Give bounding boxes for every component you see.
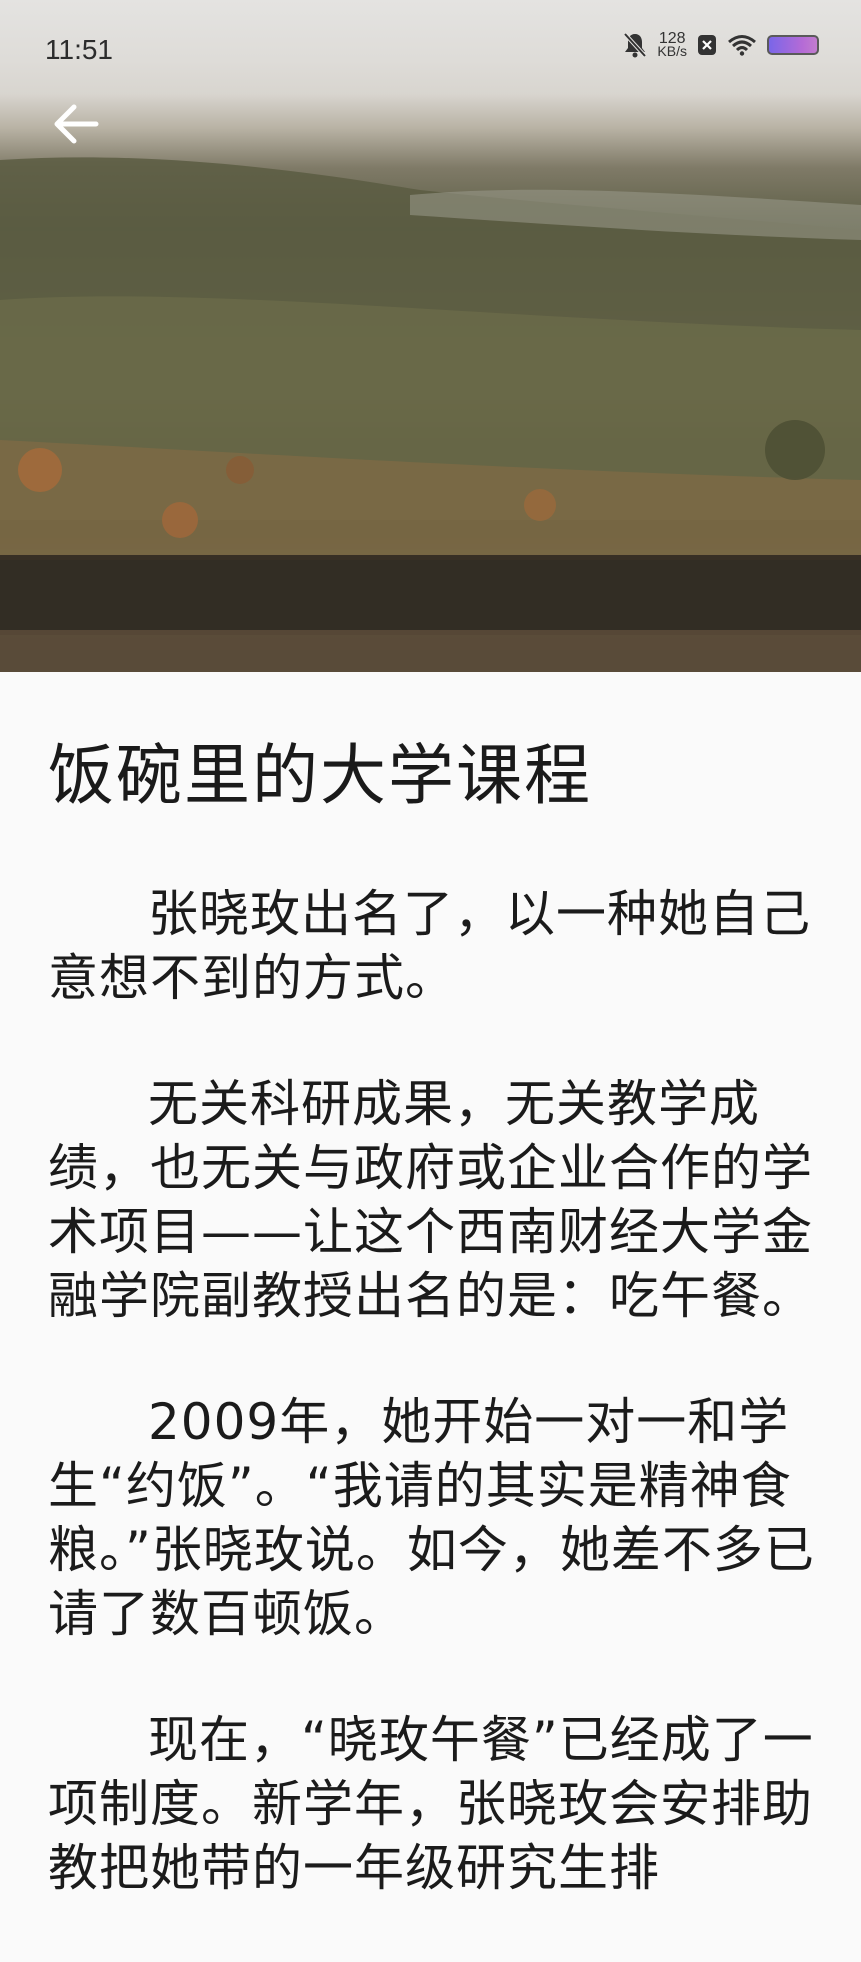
network-speed: 128 KB/s bbox=[657, 31, 687, 59]
article-body: 张晓玫出名了，以一种她自己意想不到的方式。 无关科研成果，无关教学成绩，也无关与… bbox=[48, 882, 818, 1962]
article-paragraph: 现在，“晓玫午餐”已经成了一项制度。新学年，张晓玫会安排助教把她带的一年级研究生… bbox=[48, 1711, 814, 1897]
status-icons: 128 KB/s bbox=[623, 31, 819, 59]
status-time: 11:51 bbox=[45, 34, 113, 65]
wifi-icon bbox=[728, 35, 756, 56]
battery-icon bbox=[767, 35, 819, 55]
article-paragraph: 张晓玫出名了，以一种她自己意想不到的方式。 bbox=[48, 885, 811, 1007]
back-button[interactable] bbox=[48, 96, 104, 152]
article-paragraph: 无关科研成果，无关教学成绩，也无关与政府或企业合作的学术项目——让这个西南财经大… bbox=[48, 1075, 813, 1325]
article-paragraph: 2009年，她开始一对一和学生“约饭”。“我请的其实是精神食粮。”张晓玫说。如今… bbox=[48, 1393, 815, 1643]
landscape-illustration bbox=[0, 157, 861, 672]
close-box-icon bbox=[698, 35, 716, 55]
net-speed-unit: KB/s bbox=[657, 43, 687, 59]
article-title: 饭碗里的大学课程 bbox=[48, 737, 592, 814]
hero-image: 11:51 128 KB/s bbox=[0, 0, 861, 672]
back-arrow-icon bbox=[54, 104, 99, 144]
status-bar: 11:51 128 KB/s bbox=[0, 0, 861, 100]
mute-bell-icon bbox=[623, 32, 647, 58]
